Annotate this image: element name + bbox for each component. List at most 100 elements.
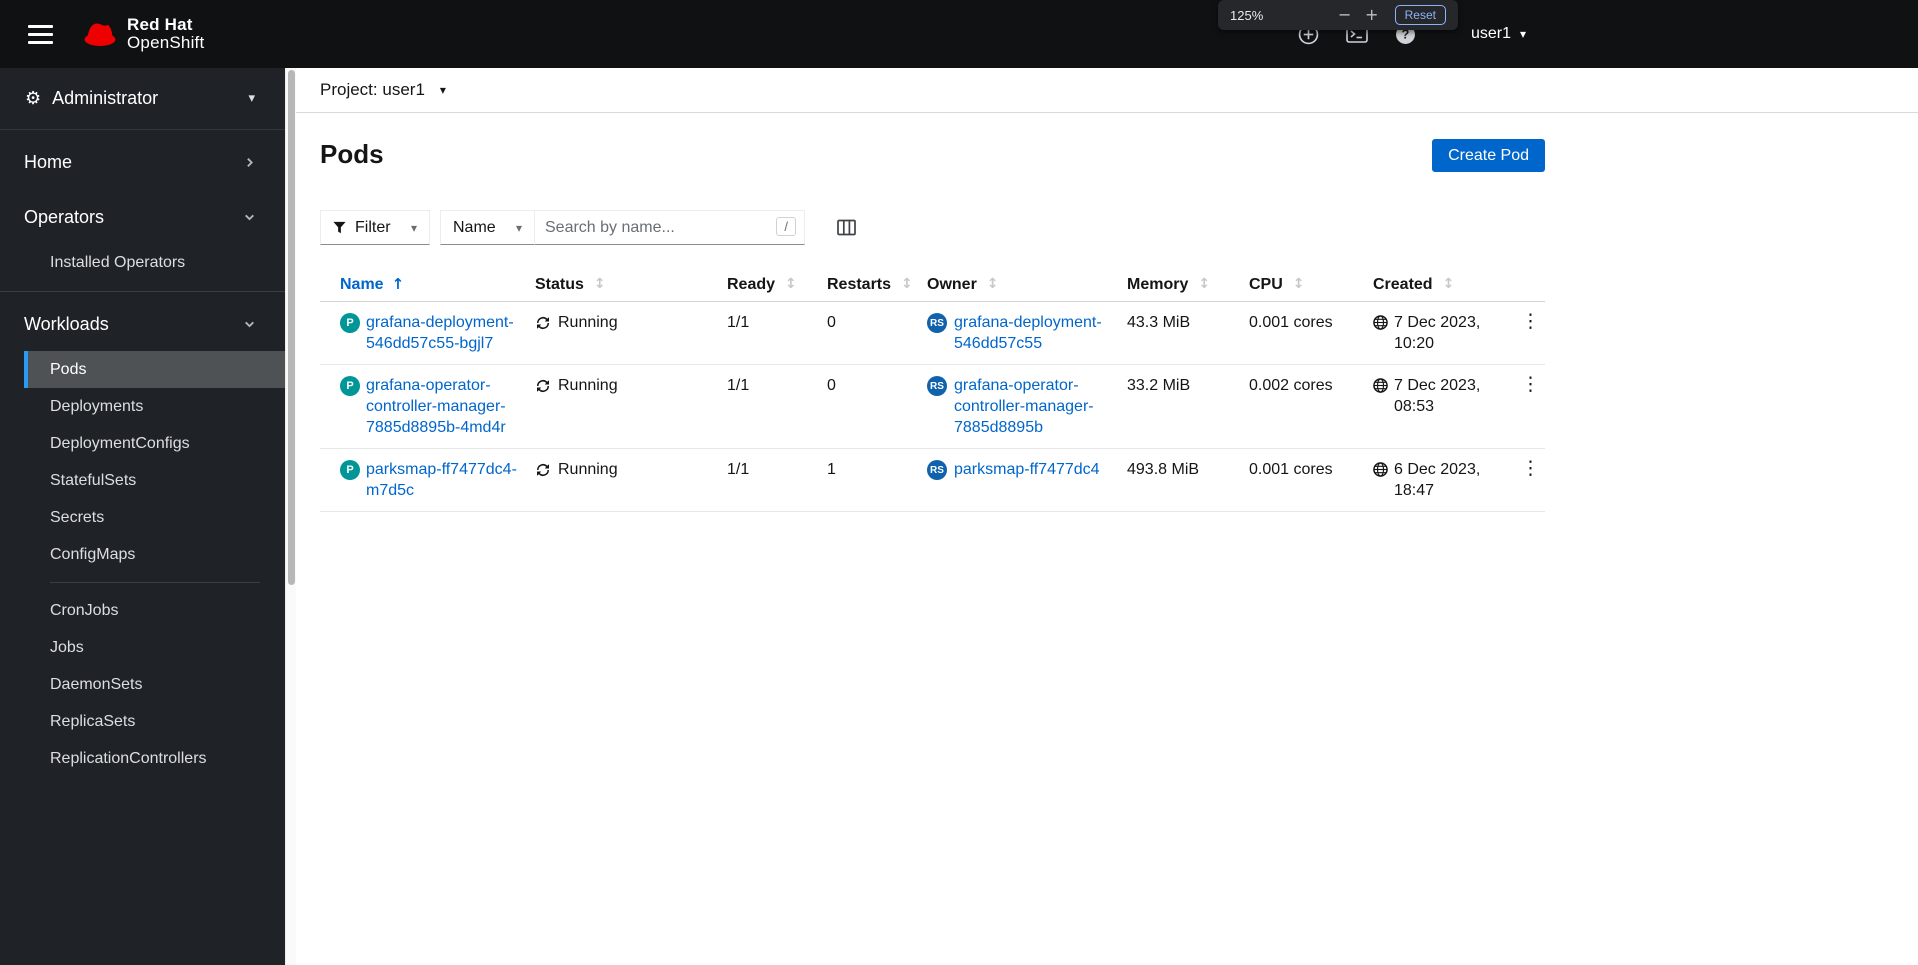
sidebar-item-workloads[interactable]: Workloads: [0, 302, 285, 347]
caret-down-icon: ▾: [248, 91, 255, 106]
created-cell: 7 Dec 2023, 10:20: [1373, 302, 1515, 364]
project-label: Project:: [320, 80, 378, 99]
status-cell: Running: [535, 365, 727, 448]
nav-subgroup-divider: [50, 582, 260, 583]
sidebar-item-installed-operators[interactable]: Installed Operators: [24, 244, 285, 281]
row-actions-kebab[interactable]: ⋮: [1515, 310, 1546, 333]
status-text: Running: [558, 314, 618, 331]
ready-cell: 1/1: [727, 377, 750, 394]
owner-link[interactable]: parksmap-ff7477dc4: [954, 459, 1100, 480]
sidebar-item-replicationcontrollers[interactable]: ReplicationControllers: [24, 740, 285, 777]
user-menu[interactable]: user1 ▾: [1471, 25, 1526, 43]
sidebar-item-replicasets[interactable]: ReplicaSets: [24, 703, 285, 740]
perspective-label: Administrator: [52, 88, 159, 108]
nav-group-divider: [0, 291, 285, 292]
sort-icon: ↕: [1292, 276, 1305, 292]
pod-badge: P: [340, 460, 360, 480]
owner-link[interactable]: grafana-operator-controller-manager-7885…: [954, 375, 1119, 438]
sync-running-icon: [537, 379, 549, 392]
column-header-owner[interactable]: Owner ↕: [927, 268, 1127, 301]
caret-down-icon: ▾: [515, 220, 522, 235]
nav-toggle-button[interactable]: [24, 21, 57, 48]
chevron-right-icon: [247, 158, 253, 167]
zoom-in-button[interactable]: +: [1362, 7, 1382, 23]
pod-name-link[interactable]: parksmap-ff7477dc4-m7d5c: [366, 459, 533, 501]
ready-cell: 1/1: [727, 314, 750, 331]
browser-zoom-overlay: 125% − + Reset: [1218, 0, 1458, 30]
sidebar-item-daemonsets[interactable]: DaemonSets: [24, 666, 285, 703]
filter-dropdown[interactable]: Filter ▾: [320, 210, 430, 245]
replicaset-badge: RS: [927, 376, 947, 396]
zoom-out-button[interactable]: −: [1335, 7, 1355, 23]
sidebar-item-cronjobs[interactable]: CronJobs: [24, 592, 285, 629]
user-name: user1: [1471, 25, 1512, 42]
restarts-cell: 1: [827, 461, 836, 478]
zoom-level: 125%: [1230, 7, 1264, 23]
pods-table: Name ↑ Status ↕ Ready ↕ Restarts ↕ Owner: [320, 268, 1545, 512]
sidebar-item-deployments[interactable]: Deployments: [24, 388, 285, 425]
redhat-fedora-icon: [84, 23, 116, 46]
owner-link[interactable]: grafana-deployment-546dd57c55: [954, 312, 1119, 354]
globe-timestamp-icon: [1373, 378, 1388, 393]
project-selector[interactable]: Project: user1 ▾: [320, 80, 446, 100]
name-cell: P grafana-deployment-546dd57c55-bgjl7: [320, 302, 535, 364]
column-header-created[interactable]: Created ↕: [1373, 268, 1515, 301]
pod-name-link[interactable]: grafana-operator-controller-manager-7885…: [366, 375, 533, 438]
status-cell: Running: [535, 302, 727, 364]
owner-cell: RS parksmap-ff7477dc4: [927, 449, 1127, 511]
sort-icon: ↕: [986, 276, 999, 292]
cpu-cell: 0.001 cores: [1249, 461, 1333, 478]
sidebar-item-operators[interactable]: Operators: [0, 195, 285, 240]
memory-cell: 33.2 MiB: [1127, 377, 1191, 394]
page-title: Pods: [320, 139, 384, 169]
scrollbar-thumb[interactable]: [288, 70, 295, 585]
column-header-cpu[interactable]: CPU ↕: [1249, 268, 1373, 301]
sidebar-item-configmaps[interactable]: ConfigMaps: [24, 536, 285, 573]
replicaset-badge: RS: [927, 313, 947, 333]
sync-running-icon: [537, 316, 549, 329]
sidebar-item-pods[interactable]: Pods: [24, 351, 285, 388]
sidebar-item-home[interactable]: Home: [0, 140, 285, 185]
search-attribute-dropdown[interactable]: Name ▾: [440, 210, 535, 245]
search-box: /: [535, 210, 805, 245]
project-bar: Project: user1 ▾: [296, 68, 1918, 113]
memory-cell: 493.8 MiB: [1127, 461, 1200, 478]
sidebar-item-secrets[interactable]: Secrets: [24, 499, 285, 536]
cpu-cell: 0.002 cores: [1249, 377, 1333, 394]
caret-down-icon: ▾: [439, 83, 446, 97]
sidebar-item-deploymentconfigs[interactable]: DeploymentConfigs: [24, 425, 285, 462]
owner-cell: RS grafana-operator-controller-manager-7…: [927, 365, 1127, 448]
sidebar-item-statefulsets[interactable]: StatefulSets: [24, 462, 285, 499]
chevron-down-icon: ▾: [1520, 27, 1527, 41]
project-value: user1: [382, 80, 425, 99]
search-input[interactable]: [535, 210, 805, 245]
status-text: Running: [558, 377, 618, 394]
column-header-restarts[interactable]: Restarts ↕: [827, 268, 927, 301]
pod-name-link[interactable]: grafana-deployment-546dd57c55-bgjl7: [366, 312, 533, 354]
main-content: Project: user1 ▾ Pods Create Pod Filter …: [296, 68, 1918, 965]
brand-line1: Red Hat: [127, 15, 193, 34]
created-timestamp: 7 Dec 2023, 08:53: [1394, 377, 1481, 415]
sort-icon: ↕: [1198, 276, 1211, 292]
ready-cell: 1/1: [727, 461, 750, 478]
sidebar-scrollbar[interactable]: [285, 68, 296, 965]
sidebar-item-jobs[interactable]: Jobs: [24, 629, 285, 666]
zoom-reset-button[interactable]: Reset: [1394, 5, 1446, 25]
manage-columns-button[interactable]: [837, 219, 856, 236]
row-actions-kebab[interactable]: ⋮: [1515, 457, 1546, 480]
column-header-actions: [1515, 268, 1545, 301]
column-header-status[interactable]: Status ↕: [535, 268, 727, 301]
perspective-switcher[interactable]: ⚙ Administrator ▾: [0, 68, 285, 130]
sync-running-icon: [537, 463, 549, 476]
row-actions-kebab[interactable]: ⋮: [1515, 373, 1546, 396]
restarts-cell: 0: [827, 314, 836, 331]
owner-cell: RS grafana-deployment-546dd57c55: [927, 302, 1127, 364]
search-shortcut-hint: /: [776, 217, 796, 236]
column-header-ready[interactable]: Ready ↕: [727, 268, 827, 301]
column-header-memory[interactable]: Memory ↕: [1127, 268, 1249, 301]
create-pod-button[interactable]: Create Pod: [1432, 139, 1545, 172]
column-header-name[interactable]: Name ↑: [320, 268, 535, 301]
brand-line2: OpenShift: [127, 33, 205, 52]
globe-timestamp-icon: [1373, 462, 1388, 477]
globe-timestamp-icon: [1373, 315, 1388, 330]
